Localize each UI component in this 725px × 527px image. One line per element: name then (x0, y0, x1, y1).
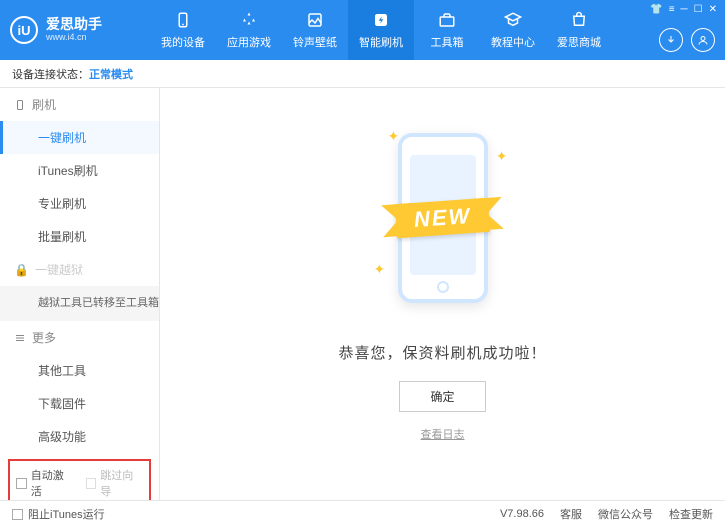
wallpaper-icon (305, 10, 325, 30)
app-header: iU 爱思助手 www.i4.cn 我的设备 应用游戏 铃声壁纸 智能刷机 工具… (0, 0, 725, 60)
nav-shop[interactable]: 爱思商城 (546, 0, 612, 60)
version-label: V7.98.66 (500, 508, 544, 520)
download-button[interactable] (659, 28, 683, 52)
close-icon[interactable]: ✕ (709, 4, 717, 15)
view-log-link[interactable]: 查看日志 (421, 426, 465, 442)
footer-wechat[interactable]: 微信公众号 (598, 506, 653, 522)
footer: 阻止iTunes运行 V7.98.66 客服 微信公众号 检查更新 (0, 500, 725, 527)
menu-icon[interactable]: ≡ (669, 4, 675, 15)
sidebar-section-more[interactable]: 更多 (0, 321, 159, 354)
sidebar-section-jailbreak: 🔒 一键越狱 (0, 253, 159, 286)
app-title: 爱思助手 (46, 17, 102, 32)
auto-activate-checkbox[interactable]: 自动激活 (16, 467, 74, 499)
lock-icon: 🔒 (14, 263, 29, 277)
flash-icon (371, 10, 391, 30)
sidebar-jailbreak-note[interactable]: 越狱工具已转移至工具箱 (0, 286, 159, 321)
maximize-icon[interactable]: ☐ (694, 4, 703, 15)
success-message: 恭喜您，保资料刷机成功啦！ (338, 342, 546, 363)
footer-support[interactable]: 客服 (560, 506, 582, 522)
sidebar-item-pro-flash[interactable]: 专业刷机 (0, 187, 159, 220)
nav-apps[interactable]: 应用游戏 (216, 0, 282, 60)
user-button[interactable] (691, 28, 715, 52)
sidebar-item-oneclick-flash[interactable]: 一键刷机 (0, 121, 159, 154)
list-icon (14, 332, 26, 344)
nav-toolbox[interactable]: 工具箱 (414, 0, 480, 60)
skip-guide-checkbox: 跳过向导 (86, 467, 144, 499)
ok-button[interactable]: 确定 (399, 381, 485, 412)
new-ribbon: NEW (395, 198, 490, 238)
shop-icon (569, 10, 589, 30)
logo-icon: iU (10, 16, 38, 44)
status-mode: 正常模式 (89, 66, 133, 82)
sidebar-item-other-tools[interactable]: 其他工具 (0, 354, 159, 387)
device-icon (173, 10, 193, 30)
nav-smart-flash[interactable]: 智能刷机 (348, 0, 414, 60)
sidebar-item-advanced[interactable]: 高级功能 (0, 420, 159, 453)
footer-check-update[interactable]: 检查更新 (669, 506, 713, 522)
options-highlight-box: 自动激活 跳过向导 (8, 459, 151, 500)
block-itunes-checkbox[interactable]: 阻止iTunes运行 (12, 506, 105, 522)
apps-icon (239, 10, 259, 30)
nav-tutorials[interactable]: 教程中心 (480, 0, 546, 60)
nav-my-device[interactable]: 我的设备 (150, 0, 216, 60)
sidebar-item-batch-flash[interactable]: 批量刷机 (0, 220, 159, 253)
main-nav: 我的设备 应用游戏 铃声壁纸 智能刷机 工具箱 教程中心 爱思商城 (150, 0, 612, 60)
sidebar-section-flash[interactable]: 刷机 (0, 88, 159, 121)
status-bar: 设备连接状态： 正常模式 (0, 60, 725, 88)
status-label: 设备连接状态： (12, 66, 89, 82)
skin-icon[interactable]: 👕 (650, 4, 662, 15)
nav-ringtones[interactable]: 铃声壁纸 (282, 0, 348, 60)
sidebar-item-download-firmware[interactable]: 下载固件 (0, 387, 159, 420)
main-content: ✦ ✦ ✦ NEW 恭喜您，保资料刷机成功啦！ 确定 查看日志 (160, 88, 725, 500)
window-controls: 👕 ≡ ─ ☐ ✕ (650, 4, 717, 15)
success-illustration: ✦ ✦ ✦ NEW (368, 118, 518, 318)
tutorial-icon (503, 10, 523, 30)
phone-icon (14, 99, 26, 111)
minimize-icon[interactable]: ─ (681, 4, 688, 15)
app-url: www.i4.cn (46, 33, 102, 43)
toolbox-icon (437, 10, 457, 30)
sidebar: 刷机 一键刷机 iTunes刷机 专业刷机 批量刷机 🔒 一键越狱 越狱工具已转… (0, 88, 160, 500)
sidebar-item-itunes-flash[interactable]: iTunes刷机 (0, 154, 159, 187)
logo-area: iU 爱思助手 www.i4.cn (10, 16, 150, 44)
